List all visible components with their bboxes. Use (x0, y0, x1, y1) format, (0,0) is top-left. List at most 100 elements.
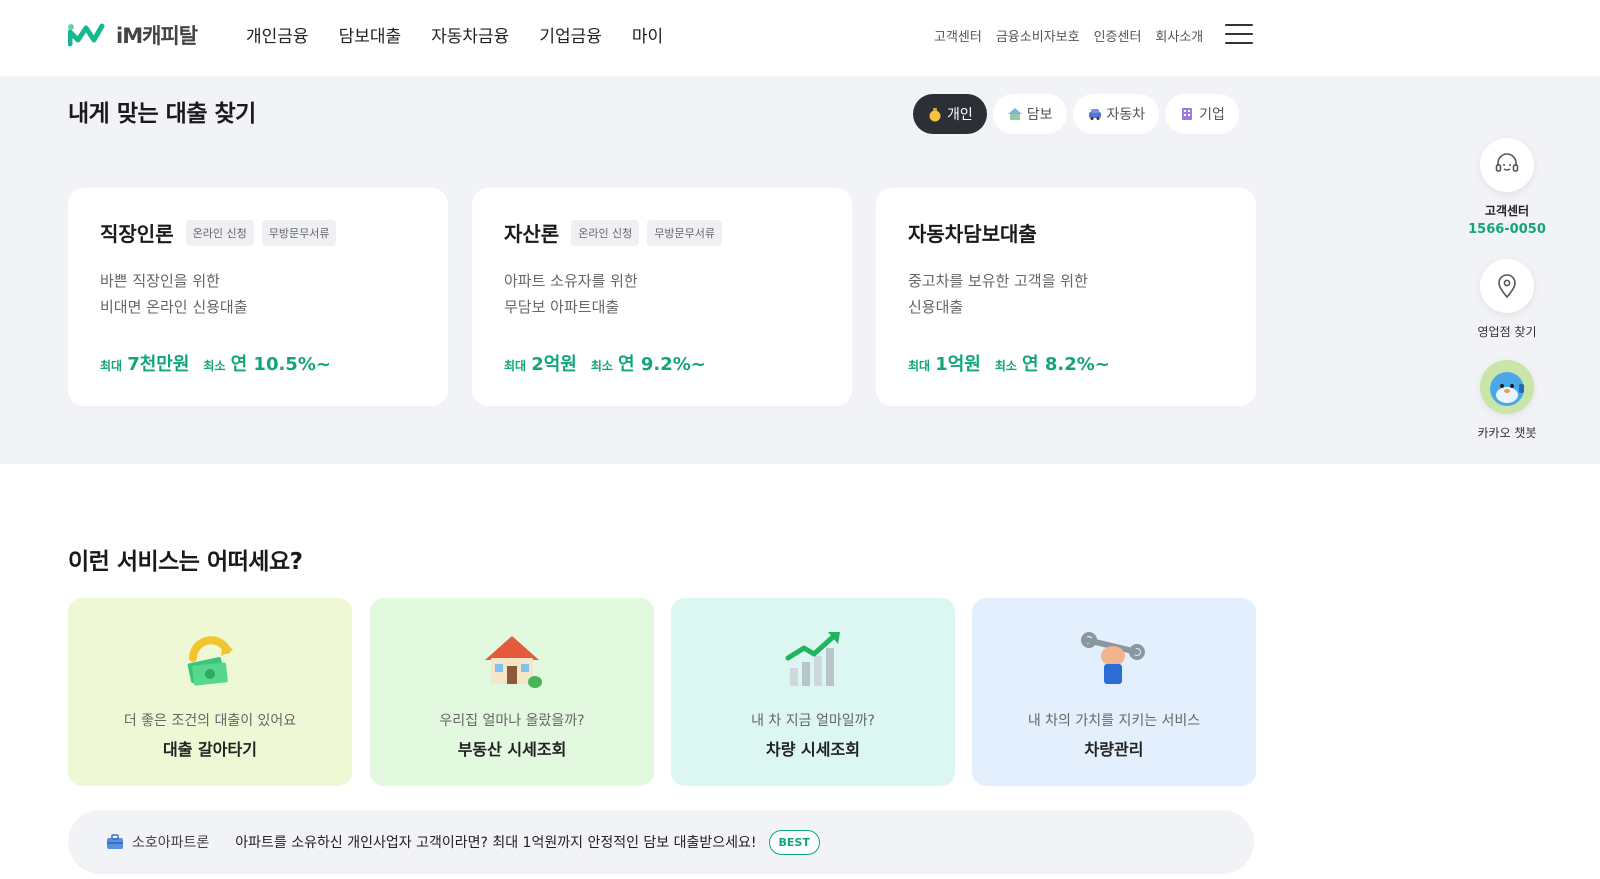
tab-label: 기업 (1199, 107, 1225, 123)
loan-card-asset[interactable]: 자산론 온라인 신청 무방문무서류 아파트 소유자를 위한 무담보 아파트대출 … (472, 188, 852, 406)
loan-card-auto[interactable]: 자동차담보대출 중고차를 보유한 고객을 위한 신용대출 최대 1억원 최소 연… (876, 188, 1256, 406)
limit-value: 7천만원 (127, 354, 190, 375)
promo-banner[interactable]: 소호아파트론 아파트를 소유하신 개인사업자 고객이라면? 최대 1억원까지 안… (68, 810, 1254, 874)
util-customer-center[interactable]: 고객센터 (934, 26, 982, 45)
house-icon (1007, 108, 1022, 120)
location-pin-icon (1498, 274, 1516, 299)
service-name: 부동산 시세조회 (457, 740, 567, 759)
loan-name: 자산론 (504, 222, 560, 246)
tab-auto[interactable]: 자동차 (1072, 94, 1160, 134)
tag-online: 온라인 신청 (571, 219, 640, 246)
logo-text: iM캐피탈 (116, 24, 198, 48)
service-subtitle: 내 차의 가치를 지키는 서비스 (1027, 713, 1201, 729)
desc-line: 아파트 소유자를 위한 (504, 272, 638, 290)
growth-chart-icon (785, 632, 840, 686)
nav-item-auto[interactable]: 자동차금융 (431, 22, 509, 47)
money-swap-icon (187, 636, 233, 686)
tab-corporate[interactable]: 기업 (1165, 94, 1239, 134)
quick-kakao-chatbot[interactable]: 카카오 챗봇 (1468, 360, 1546, 441)
money-bag-icon (929, 108, 941, 122)
loan-meta: 최대 7천만원 최소 연 10.5%~ (100, 350, 331, 376)
limit-label: 최대 (908, 359, 931, 373)
headset-icon (1495, 153, 1519, 172)
logo[interactable]: iM캐피탈 (68, 20, 198, 50)
service-subtitle: 우리집 얼마나 올랐을까? (439, 713, 585, 729)
car-icon (1088, 109, 1101, 120)
rate-value: 연 9.2%~ (618, 354, 706, 375)
chatbot-character-icon (1490, 372, 1524, 406)
tag-no-visit: 무방문무서류 (261, 219, 337, 246)
quick-menu: 고객센터 1566-0050 영업점 찾기 카카오 챗봇 (1468, 138, 1546, 441)
quick-circle (1480, 138, 1534, 192)
rate-label: 최소 (203, 359, 226, 373)
tag-no-visit: 무방문무서류 (647, 219, 723, 246)
desc-line: 바쁜 직장인을 위한 (100, 272, 220, 290)
util-nav: 고객센터 금융소비자보호 인증센터 회사소개 (934, 26, 1203, 45)
main-nav: 개인금융 담보대출 자동차금융 기업금융 마이 (246, 22, 663, 47)
util-consumer-protection[interactable]: 금융소비자보호 (996, 26, 1080, 45)
loan-card-worker[interactable]: 직장인론 온라인 신청 무방문무서류 바쁜 직장인을 위한 비대면 온라인 신용… (68, 188, 448, 406)
limit-label: 최대 (100, 359, 123, 373)
tab-secured[interactable]: 담보 (992, 94, 1067, 134)
category-tabs: 개인 담보 자동차 기업 (913, 94, 1239, 134)
service-card-realestate[interactable]: 우리집 얼마나 올랐을까? 부동산 시세조회 (370, 598, 654, 786)
util-certification-center[interactable]: 인증센터 (1094, 26, 1142, 45)
briefcase-icon (107, 834, 123, 849)
service-name: 차량관리 (1084, 740, 1144, 759)
rate-value: 연 8.2%~ (1022, 354, 1110, 375)
loan-name: 직장인론 (100, 222, 174, 246)
service-name: 대출 갈아타기 (163, 740, 257, 759)
nav-item-secured[interactable]: 담보대출 (339, 22, 402, 47)
desc-line: 신용대출 (908, 298, 964, 316)
desc-line: 무담보 아파트대출 (504, 298, 620, 316)
tab-personal[interactable]: 개인 (913, 94, 987, 134)
tab-label: 자동차 (1106, 107, 1146, 123)
banner-label: 소호아파트론 (132, 835, 210, 851)
loan-description: 바쁜 직장인을 위한 비대면 온라인 신용대출 (100, 268, 248, 320)
tab-label: 담보 (1026, 107, 1053, 123)
loan-meta: 최대 2억원 최소 연 9.2%~ (504, 350, 706, 376)
rate-label: 최소 (590, 359, 613, 373)
quick-label: 영업점 찾기 (1477, 325, 1537, 339)
service-card-refinance[interactable]: 더 좋은 조건의 대출이 있어요 대출 갈아타기 (68, 598, 352, 786)
quick-branch-finder[interactable]: 영업점 찾기 (1468, 259, 1546, 340)
banner-text: 아파트를 소유하신 개인사업자 고객이라면? 최대 1억원까지 안정적인 담보 … (235, 835, 757, 851)
quick-label: 고객센터 (1484, 204, 1530, 218)
header: iM캐피탈 개인금융 담보대출 자동차금융 기업금융 마이 고객센터 금융소비자… (0, 0, 1600, 76)
desc-line: 중고차를 보유한 고객을 위한 (908, 272, 1088, 290)
loan-description: 아파트 소유자를 위한 무담보 아파트대출 (504, 268, 638, 320)
quick-circle (1480, 360, 1534, 414)
quick-circle (1480, 259, 1534, 313)
service-card-car-price[interactable]: 내 차 지금 얼마일까? 차량 시세조회 (671, 598, 955, 786)
hamburger-menu-icon[interactable] (1225, 24, 1253, 46)
rate-value: 연 10.5%~ (230, 354, 331, 375)
service-subtitle: 내 차 지금 얼마일까? (751, 713, 875, 729)
tag-online: 온라인 신청 (185, 219, 254, 246)
nav-item-personal[interactable]: 개인금융 (246, 22, 309, 47)
section-title: 내게 맞는 대출 찾기 (68, 101, 256, 127)
loan-meta: 최대 1억원 최소 연 8.2%~ (908, 350, 1110, 376)
services-title: 이런 서비스는 어떠세요? (68, 549, 303, 575)
rate-label: 최소 (994, 359, 1017, 373)
tab-label: 개인 (947, 107, 973, 123)
nav-item-corporate[interactable]: 기업금융 (539, 22, 602, 47)
limit-value: 1억원 (935, 354, 981, 375)
loan-name: 자동차담보대출 (908, 222, 1037, 246)
service-card-car-care[interactable]: 내 차의 가치를 지키는 서비스 차량관리 (972, 598, 1256, 786)
service-name: 차량 시세조회 (766, 740, 860, 759)
limit-label: 최대 (504, 359, 527, 373)
support-phone: 1566-0050 (1468, 222, 1546, 237)
best-badge: BEST (768, 829, 820, 855)
wrench-icon (1081, 632, 1145, 684)
service-subtitle: 더 좋은 조건의 대출이 있어요 (123, 713, 297, 729)
limit-value: 2억원 (531, 354, 577, 375)
logo-mark-icon (68, 23, 105, 47)
desc-line: 비대면 온라인 신용대출 (100, 298, 248, 316)
util-company-info[interactable]: 회사소개 (1155, 26, 1203, 45)
quick-customer-center[interactable]: 고객센터 1566-0050 (1468, 138, 1546, 237)
nav-item-my[interactable]: 마이 (632, 22, 663, 47)
loan-finder-section: 내게 맞는 대출 찾기 개인 담보 자동차 기업 직장인론 온라인 신청 무방문… (0, 76, 1600, 464)
building-icon (1182, 108, 1193, 120)
house-icon (485, 636, 542, 688)
loan-description: 중고차를 보유한 고객을 위한 신용대출 (908, 268, 1088, 320)
